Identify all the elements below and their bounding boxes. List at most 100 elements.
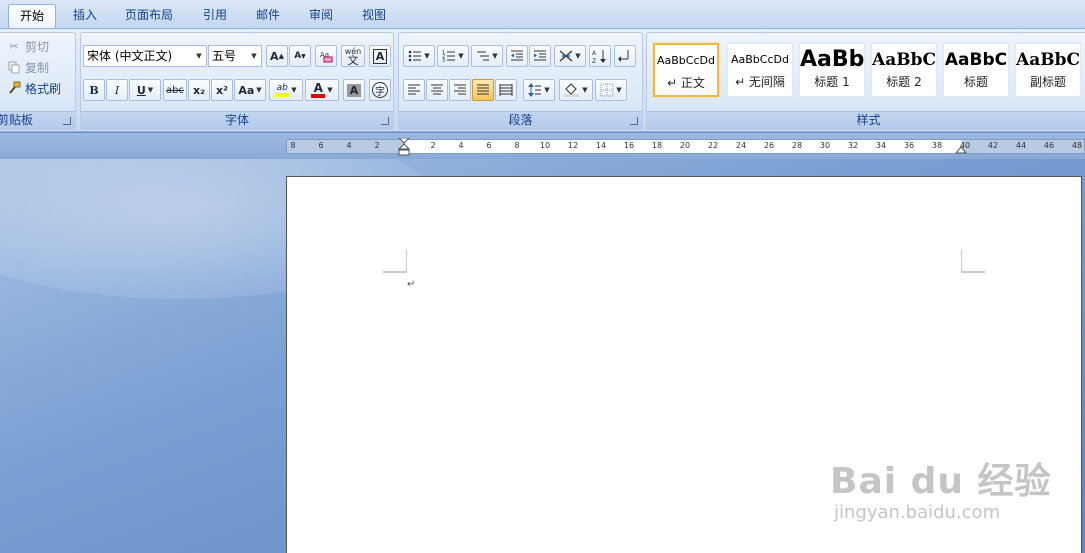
style-subtitle[interactable]: AaBbC 副标题	[1015, 43, 1081, 97]
tab-mailings[interactable]: 邮件	[245, 4, 291, 28]
distributed-icon	[499, 84, 513, 96]
clear-formatting-button[interactable]: Aa	[315, 45, 337, 67]
underline-button[interactable]: U ▼	[129, 79, 161, 101]
format-painter-button[interactable]: 格式刷	[7, 78, 61, 98]
highlight-button[interactable]: ab ▼	[269, 79, 303, 101]
ruler-tick-label: 20	[679, 141, 691, 150]
shrink-font-icon: A	[294, 51, 302, 61]
decrease-indent-button[interactable]	[506, 45, 528, 67]
phonetic-guide-button[interactable]: wén 文	[341, 45, 365, 67]
borders-icon	[600, 83, 614, 97]
svg-text:A: A	[592, 50, 597, 57]
tab-references[interactable]: 引用	[192, 4, 238, 28]
chinese-layout-button[interactable]: ▼	[554, 45, 586, 67]
change-case-button[interactable]: Aa ▼	[234, 79, 266, 101]
borders-button[interactable]: ▼	[595, 79, 627, 101]
ruler-tick-label: 10	[539, 141, 551, 150]
highlighter-icon: ab	[275, 83, 290, 97]
paragraph-mark: ↵	[407, 279, 416, 290]
format-painter-icon	[7, 81, 21, 95]
align-right-button[interactable]	[449, 79, 471, 101]
ruler-tick-label: 18	[651, 141, 663, 150]
highlight-color-bar	[275, 93, 290, 97]
indent-marker-icon[interactable]	[398, 138, 410, 156]
sort-icon: AZ	[592, 50, 606, 64]
style-title[interactable]: AaBbC 标题	[943, 43, 1009, 97]
justify-button[interactable]	[472, 79, 494, 101]
style-sample: AaBb	[800, 47, 864, 72]
grow-font-button[interactable]: A ▲	[266, 45, 288, 67]
style-heading-2[interactable]: AaBbC 标题 2	[871, 43, 937, 97]
ruler-tick-label: 44	[1015, 141, 1027, 150]
superscript-button[interactable]: x²	[211, 79, 233, 101]
style-heading-1[interactable]: AaBb 标题 1	[799, 43, 865, 97]
chevron-down-icon: ▼	[424, 52, 430, 60]
grow-font-icon: A	[270, 49, 279, 63]
font-size-combo[interactable]: 五号 ▼	[208, 45, 262, 67]
align-center-icon	[431, 84, 443, 95]
paragraph-dialog-launcher-icon[interactable]	[630, 117, 638, 125]
style-name: 标题 2	[886, 75, 922, 89]
chevron-down-icon: ▼	[327, 86, 333, 94]
style-name: ↵ 无间隔	[735, 75, 785, 89]
increase-indent-button[interactable]	[529, 45, 551, 67]
bullets-icon	[408, 50, 422, 62]
chevron-down-icon: ▼	[575, 52, 581, 60]
style-name: 副标题	[1029, 75, 1066, 89]
copy-button[interactable]: 复制	[7, 57, 49, 77]
font-color-button[interactable]: A ▼	[305, 79, 339, 101]
chevron-down-icon: ▼	[196, 52, 202, 60]
numbering-icon: 123	[442, 50, 456, 63]
sort-button[interactable]: AZ	[589, 45, 611, 67]
style-no-spacing[interactable]: AaBbCcDd ↵ 无间隔	[727, 43, 793, 97]
clipboard-dialog-launcher-icon[interactable]	[63, 117, 71, 125]
numbering-button[interactable]: 123 ▼	[437, 45, 469, 67]
line-spacing-button[interactable]: ▼	[523, 79, 555, 101]
strikethrough-button[interactable]: abc	[163, 79, 187, 101]
copy-label: 复制	[25, 60, 50, 75]
chevron-down-icon: ▼	[492, 52, 498, 60]
ruler-tick-label: 6	[486, 141, 492, 150]
ruler-tick-label: 32	[847, 141, 859, 150]
shrink-font-button[interactable]: A ▼	[289, 45, 311, 67]
show-hide-marks-button[interactable]	[614, 45, 636, 67]
ruler-tick-label: 24	[735, 141, 747, 150]
multilevel-list-button[interactable]: ▼	[471, 45, 503, 67]
tab-insert[interactable]: 插入	[62, 4, 108, 28]
multilevel-list-icon	[477, 51, 490, 61]
tab-review[interactable]: 审阅	[298, 4, 344, 28]
justify-icon	[477, 84, 489, 95]
enclose-characters-button[interactable]: 字	[369, 79, 391, 101]
shading-button[interactable]: ▼	[559, 79, 593, 101]
tab-home[interactable]: 开始	[8, 4, 56, 28]
style-sample: AaBbC	[944, 50, 1008, 70]
distributed-button[interactable]	[495, 79, 517, 101]
ruler-tick-label: 8	[290, 141, 296, 150]
align-center-button[interactable]	[426, 79, 448, 101]
font-color-bar	[311, 93, 326, 98]
line-spacing-icon	[528, 83, 542, 97]
tab-view[interactable]: 视图	[351, 4, 397, 28]
horizontal-ruler[interactable]: 8 6 4 2 2 4 6 8 10 12 14 16 18 20 22 24 26 28 30 32 34 36 38 40…	[286, 138, 1085, 156]
tab-page-layout[interactable]: 页面布局	[116, 4, 182, 28]
align-left-button[interactable]	[403, 79, 425, 101]
svg-text:Z: Z	[592, 58, 596, 64]
ruler-tick-label: 28	[791, 141, 803, 150]
font-dialog-launcher-icon[interactable]	[381, 117, 389, 125]
ruler-tick-label: 48	[1071, 141, 1083, 150]
ruler-tick-label: 22	[707, 141, 719, 150]
style-sample: AaBbCcDd	[657, 54, 715, 67]
watermark-logo: Bai du 经验	[830, 461, 1052, 502]
font-name-combo[interactable]: 宋体 (中文正文) ▼	[83, 45, 207, 67]
italic-button[interactable]: I	[106, 79, 128, 101]
character-border-button[interactable]: A	[369, 45, 391, 67]
ruler-tick-label: 30	[819, 141, 831, 150]
styles-group: AaBbCcDd ↵ 正文 AaBbCcDd ↵ 无间隔 AaBb 标题 1 A…	[646, 32, 1085, 130]
style-normal[interactable]: AaBbCcDd ↵ 正文	[653, 43, 719, 97]
bold-button[interactable]: B	[83, 79, 105, 101]
subscript-button[interactable]: x₂	[188, 79, 210, 101]
chevron-down-icon: ▼	[147, 86, 154, 94]
bullets-button[interactable]: ▼	[403, 45, 435, 67]
cut-button[interactable]: ✂ 剪切	[7, 36, 49, 56]
character-shading-button[interactable]: A	[343, 79, 365, 101]
